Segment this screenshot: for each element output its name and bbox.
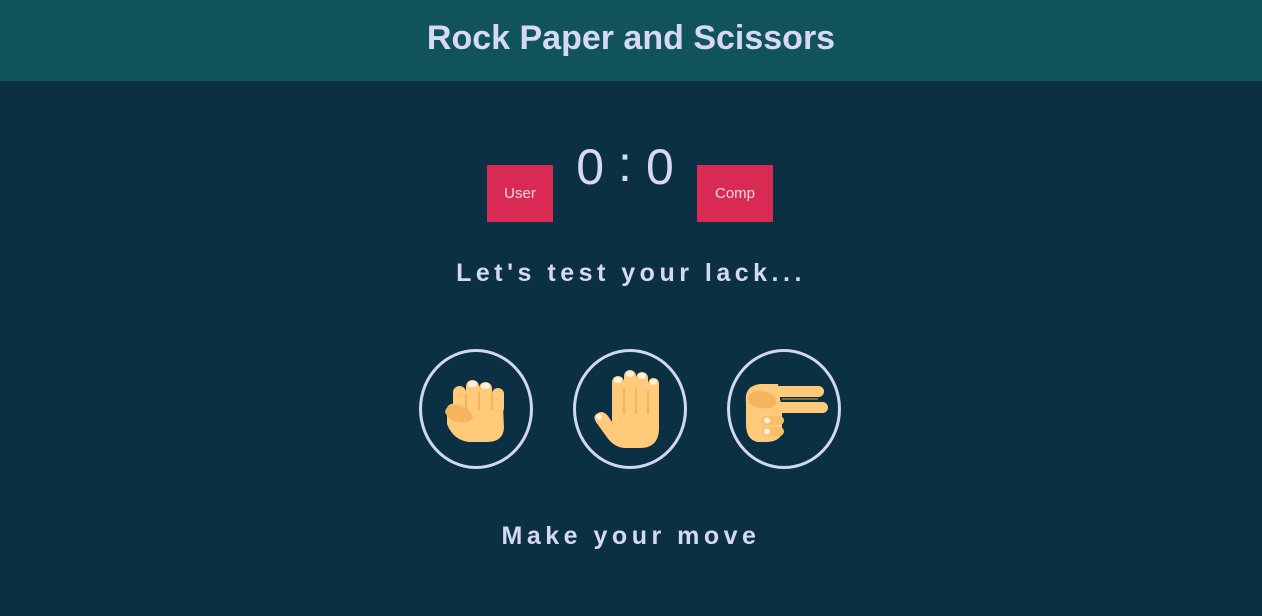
rock-choice-button[interactable] bbox=[419, 349, 533, 469]
app-header: Rock Paper and Scissors bbox=[0, 0, 1262, 81]
raised-hand-icon bbox=[590, 366, 670, 452]
action-message: Make your move bbox=[501, 522, 761, 550]
victory-hand-icon bbox=[738, 372, 830, 446]
result-message: Let's test your lack... bbox=[456, 259, 806, 287]
scissors-choice-button[interactable] bbox=[727, 349, 841, 469]
paper-choice-button[interactable] bbox=[573, 349, 687, 469]
user-label-badge: User bbox=[487, 165, 553, 222]
score-display: 0 : 0 bbox=[553, 136, 697, 198]
comp-label-badge: Comp bbox=[697, 165, 773, 222]
fist-icon bbox=[439, 372, 513, 446]
score-separator: : bbox=[618, 136, 632, 192]
page-title: Rock Paper and Scissors bbox=[426, 19, 836, 57]
comp-score: 0 bbox=[645, 139, 674, 195]
user-score: 0 bbox=[576, 139, 605, 195]
